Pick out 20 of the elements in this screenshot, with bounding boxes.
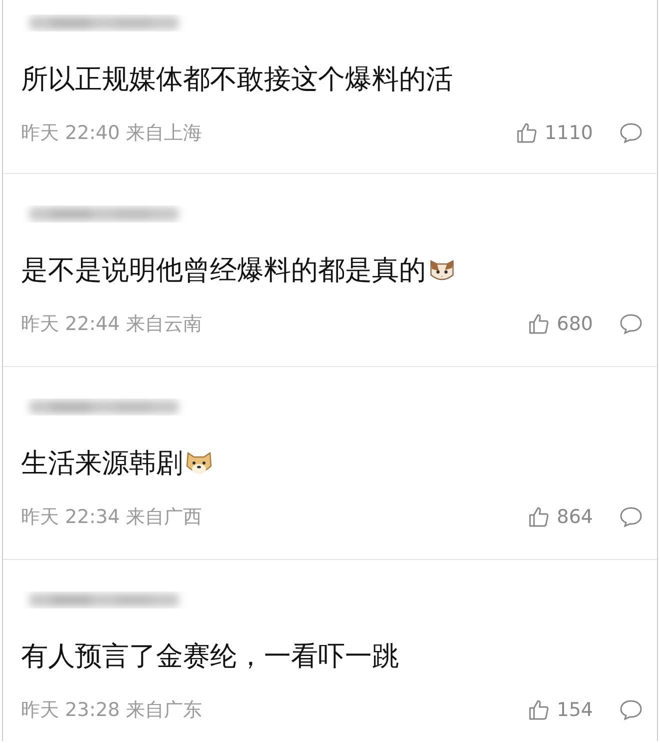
comment-button[interactable]: [619, 122, 643, 144]
like-button[interactable]: 864: [526, 505, 593, 529]
like-button[interactable]: 1110: [514, 121, 593, 145]
thumbs-up-icon: [526, 505, 551, 529]
comment-button[interactable]: [619, 506, 643, 528]
comment-button[interactable]: [619, 699, 643, 721]
like-button[interactable]: 680: [526, 312, 593, 336]
comment-time-location: 昨天 23:28 来自广东: [21, 698, 202, 723]
comment-text: 生活来源韩剧: [21, 447, 183, 481]
comment-text: 是不是说明他曾经爆料的都是真的: [21, 254, 426, 288]
thumbs-up-icon: [526, 698, 551, 722]
comment-button[interactable]: [619, 313, 643, 335]
like-button[interactable]: 154: [526, 698, 593, 722]
thumbs-up-icon: [514, 121, 539, 145]
comment-time-location: 昨天 22:34 来自广西: [21, 505, 202, 530]
comment-text: 所以正规媒体都不敢接这个爆料的活: [21, 63, 453, 97]
comment-time-location: 昨天 22:44 来自云南: [21, 312, 202, 337]
comment-time-location: 昨天 22:40 来自上海: [21, 121, 202, 146]
comment-text: 有人预言了金赛纶，一看吓一跳: [21, 640, 399, 674]
thumbs-up-icon: [526, 312, 551, 336]
